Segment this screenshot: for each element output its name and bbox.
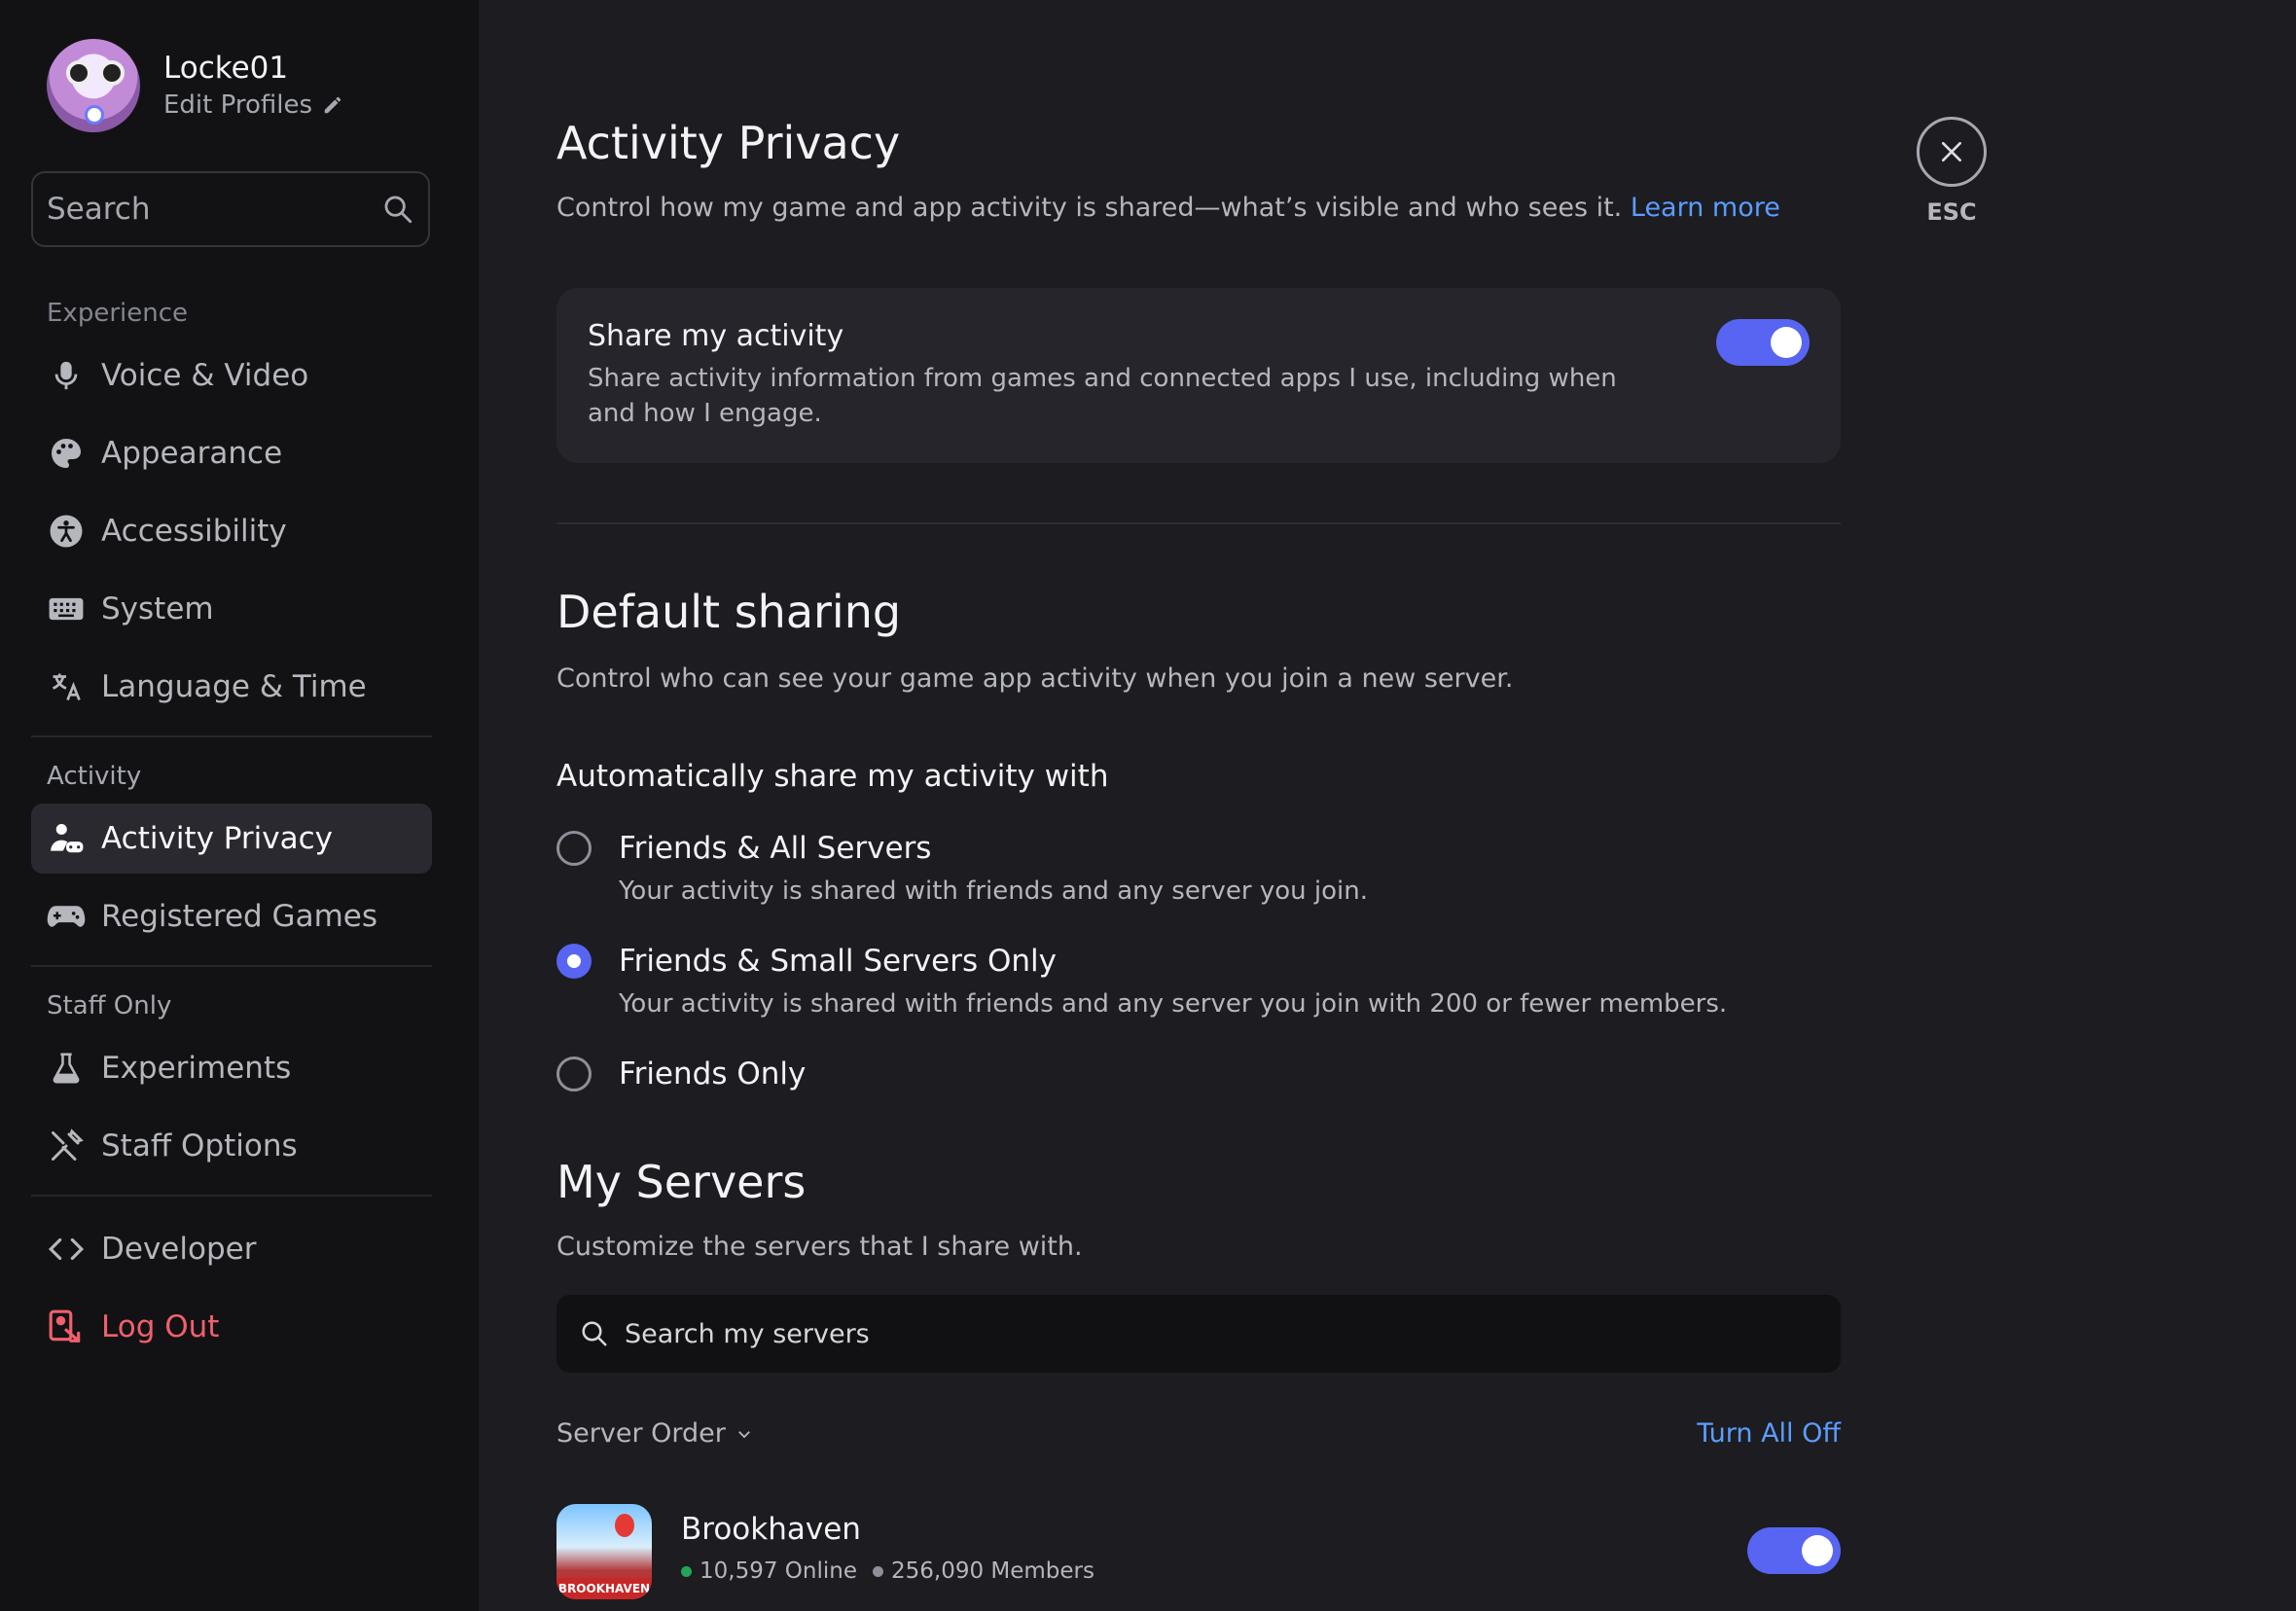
sidebar-item-voice-video[interactable]: Voice & Video: [31, 340, 432, 411]
search-icon: [384, 196, 413, 224]
sidebar-item-label: Accessibility: [101, 514, 287, 549]
server-share-toggle[interactable]: [1747, 1527, 1841, 1574]
radio-button[interactable]: [556, 831, 592, 866]
sidebar-item-label: Appearance: [101, 436, 283, 471]
share-activity-toggle[interactable]: [1716, 319, 1810, 366]
radio-label: Friends & Small Servers Only: [619, 944, 1057, 979]
close-icon: [1941, 141, 1962, 162]
tools-icon: [47, 1127, 86, 1165]
share-activity-title: Share my activity: [588, 319, 844, 353]
server-meta: 10,597 Online 256,090 Members: [681, 1558, 1094, 1584]
edit-profiles-link[interactable]: Edit Profiles: [163, 88, 343, 123]
microphone-icon: [47, 356, 86, 395]
profile-header[interactable]: Locke01 Edit Profiles: [47, 39, 343, 132]
server-name: Brookhaven: [681, 1512, 861, 1547]
palette-icon: [47, 434, 86, 473]
radio-option-friends-all-servers[interactable]: Friends & All Servers Your activity is s…: [556, 829, 1368, 909]
log-out-button[interactable]: Log Out: [31, 1292, 432, 1362]
code-icon: [47, 1230, 86, 1269]
settings-sidebar: Locke01 Edit Profiles Search Experience …: [0, 0, 479, 1611]
sidebar-item-label: System: [101, 591, 214, 626]
my-servers-description: Customize the servers that I share with.: [556, 1232, 1083, 1262]
default-sharing-description: Control who can see your game app activi…: [556, 663, 1514, 694]
sidebar-item-label: Staff Options: [101, 1128, 298, 1164]
pencil-icon: [324, 96, 341, 114]
section-label-experience: Experience: [47, 299, 188, 328]
edit-profiles-label: Edit Profiles: [163, 90, 313, 120]
username: Locke01: [163, 51, 289, 86]
close-button[interactable]: [1917, 117, 1987, 187]
share-activity-card: Share my activity Share activity informa…: [556, 288, 1841, 463]
sidebar-item-staff-options[interactable]: Staff Options: [31, 1111, 432, 1181]
section-divider: [556, 522, 1841, 524]
chevron-down-icon: [737, 1430, 750, 1438]
page-description: Control how my game and app activity is …: [556, 193, 1780, 223]
sidebar-divider: [31, 1195, 432, 1197]
search-placeholder: Search: [47, 192, 151, 227]
server-order-dropdown[interactable]: Server Order: [556, 1418, 753, 1449]
radio-sub: Your activity is shared with friends and…: [619, 877, 1368, 906]
server-search-placeholder: Search my servers: [625, 1318, 870, 1349]
sidebar-item-developer[interactable]: Developer: [31, 1214, 432, 1284]
members-dot: [872, 1565, 883, 1577]
auto-share-subheading: Automatically share my activity with: [556, 759, 1109, 794]
my-servers-title: My Servers: [556, 1156, 807, 1208]
share-activity-description: Share activity information from games an…: [588, 364, 1617, 428]
gamepad-icon: [47, 897, 86, 936]
settings-nav: Experience Voice & Video Appearance Acce…: [31, 292, 432, 1370]
sidebar-item-system[interactable]: System: [31, 574, 432, 644]
sidebar-item-label: Experiments: [101, 1051, 292, 1086]
log-out-label: Log Out: [101, 1309, 220, 1344]
settings-search-input[interactable]: Search: [31, 171, 430, 247]
server-icon: BROOKHAVEN: [556, 1504, 652, 1599]
section-label-activity: Activity: [47, 762, 142, 791]
default-sharing-title: Default sharing: [556, 586, 902, 638]
server-row: BROOKHAVEN Brookhaven 10,597 Online 256,…: [556, 1504, 1841, 1601]
logout-icon: [47, 1307, 86, 1346]
page-title: Activity Privacy: [556, 117, 901, 169]
server-online-count: 10,597 Online: [700, 1558, 857, 1584]
sidebar-divider: [31, 735, 432, 737]
flask-icon: [47, 1049, 86, 1088]
sidebar-item-label: Registered Games: [101, 899, 377, 934]
sidebar-item-label: Developer: [101, 1232, 257, 1267]
section-label-staff: Staff Only: [47, 991, 172, 1020]
radio-sub: Your activity is shared with friends and…: [619, 989, 1728, 1019]
server-icon-text: BROOKHAVEN: [556, 1578, 652, 1599]
sidebar-item-appearance[interactable]: Appearance: [31, 418, 432, 488]
online-dot: [681, 1565, 692, 1577]
server-search-input[interactable]: Search my servers: [556, 1295, 1841, 1373]
radio-option-friends-small-servers[interactable]: Friends & Small Servers Only Your activi…: [556, 942, 1727, 1021]
server-member-count: 256,090 Members: [890, 1558, 1094, 1584]
radio-label: Friends Only: [619, 1056, 807, 1092]
user-gamepad-icon: [47, 819, 86, 858]
radio-option-friends-only[interactable]: Friends Only: [556, 1055, 806, 1093]
accessibility-icon: [47, 512, 86, 551]
sidebar-item-label: Activity Privacy: [101, 821, 334, 856]
translate-icon: [47, 667, 86, 706]
learn-more-link[interactable]: Learn more: [1631, 193, 1780, 223]
avatar[interactable]: [47, 39, 140, 132]
esc-label: ESC: [1926, 198, 1977, 226]
server-order-label: Server Order: [556, 1418, 726, 1449]
search-icon: [582, 1321, 607, 1346]
sidebar-item-language-time[interactable]: Language & Time: [31, 652, 432, 722]
sidebar-item-label: Voice & Video: [101, 358, 309, 393]
page-description-text: Control how my game and app activity is …: [556, 193, 1623, 223]
keyboard-icon: [47, 590, 86, 628]
radio-label: Friends & All Servers: [619, 831, 932, 866]
radio-button[interactable]: [556, 1056, 592, 1092]
sidebar-item-accessibility[interactable]: Accessibility: [31, 496, 432, 566]
turn-all-off-button[interactable]: Turn All Off: [1697, 1418, 1841, 1449]
sidebar-item-label: Language & Time: [101, 669, 367, 704]
radio-button-selected[interactable]: [556, 944, 592, 979]
sidebar-item-activity-privacy[interactable]: Activity Privacy: [31, 804, 432, 874]
sidebar-item-registered-games[interactable]: Registered Games: [31, 881, 432, 951]
sidebar-divider: [31, 965, 432, 967]
sidebar-item-experiments[interactable]: Experiments: [31, 1033, 432, 1103]
